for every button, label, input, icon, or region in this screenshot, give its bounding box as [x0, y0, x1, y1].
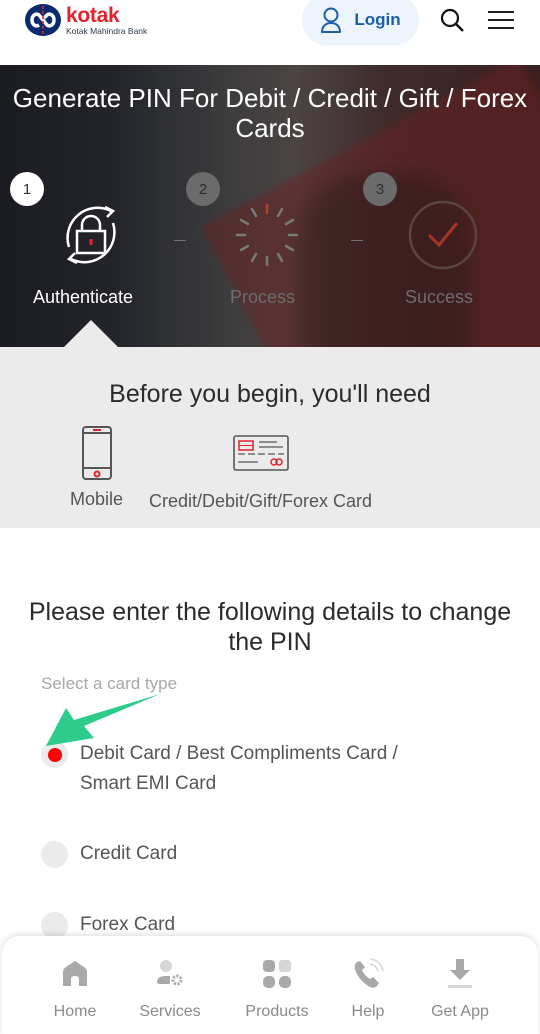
radio-button[interactable] [41, 841, 68, 868]
form-title: Please enter the following details to ch… [28, 598, 512, 656]
home-icon [63, 961, 87, 986]
requirement-label: Credit/Debit/Gift/Forex Card [149, 491, 373, 511]
nav-help[interactable]: Help [346, 936, 390, 1021]
nav-services[interactable]: Services [135, 936, 205, 1021]
step-label: Authenticate [33, 287, 134, 307]
login-label: Login [354, 10, 401, 29]
hero-banner: Generate PIN For Debit / Credit / Gift /… [0, 65, 540, 347]
step-separator [351, 240, 363, 241]
nav-label: Help [351, 1003, 385, 1020]
login-button[interactable]: Login [302, 0, 419, 46]
phone-call-icon [354, 958, 384, 988]
step-number: 1 [10, 172, 44, 206]
grid-icon [263, 960, 291, 988]
requirement-card: Credit/Debit/Gift/Forex Card [149, 435, 372, 512]
spinner-icon [235, 203, 299, 267]
page: kotak Kotak Mahindra Bank Login Generate… [0, 0, 540, 1034]
radio-button[interactable] [41, 912, 68, 939]
nav-label: Get App [431, 1003, 489, 1020]
user-gear-icon [157, 960, 183, 986]
step-label: Success [405, 287, 474, 307]
requirements-title: Before you begin, you'll need [109, 380, 431, 408]
lock-refresh-icon [66, 205, 116, 265]
requirement-mobile: Mobile [70, 425, 123, 510]
radio-credit-card[interactable]: Credit Card [41, 841, 177, 869]
mobile-phone-icon [81, 426, 112, 480]
step-number: 3 [363, 172, 397, 206]
page-title: Generate PIN For Debit / Credit / Gift /… [12, 83, 528, 143]
download-icon [448, 959, 472, 988]
step-label: Process [230, 287, 296, 307]
requirements-section: Before you begin, you'll need Mobile Cre… [0, 347, 540, 528]
kotak-logo[interactable]: kotak Kotak Mahindra Bank [24, 3, 147, 37]
logo-brand: kotak [66, 3, 120, 27]
radio-label: Credit Card [80, 843, 178, 864]
header: kotak Kotak Mahindra Bank Login [0, 0, 540, 65]
credit-card-icon [232, 435, 289, 471]
nav-products[interactable]: Products [242, 936, 312, 1021]
bottom-navigation: Home Services Products Help Get App [2, 936, 538, 1034]
kotak-logo-icon [25, 4, 61, 36]
nav-label: Services [139, 1003, 201, 1020]
hamburger-menu-icon[interactable] [488, 10, 514, 30]
step-separator [174, 240, 186, 241]
nav-get-app[interactable]: Get App [425, 936, 495, 1021]
search-icon[interactable] [440, 8, 464, 32]
nav-label: Home [53, 1003, 97, 1020]
annotation-arrow-icon [46, 694, 160, 746]
requirement-label: Mobile [70, 489, 124, 509]
nav-home[interactable]: Home [50, 936, 100, 1021]
check-circle-icon [408, 200, 478, 270]
step-number: 2 [186, 172, 220, 206]
user-icon [321, 7, 342, 33]
logo-subtitle: Kotak Mahindra Bank [66, 25, 148, 36]
active-step-pointer [63, 320, 119, 347]
nav-label: Products [245, 1003, 309, 1020]
